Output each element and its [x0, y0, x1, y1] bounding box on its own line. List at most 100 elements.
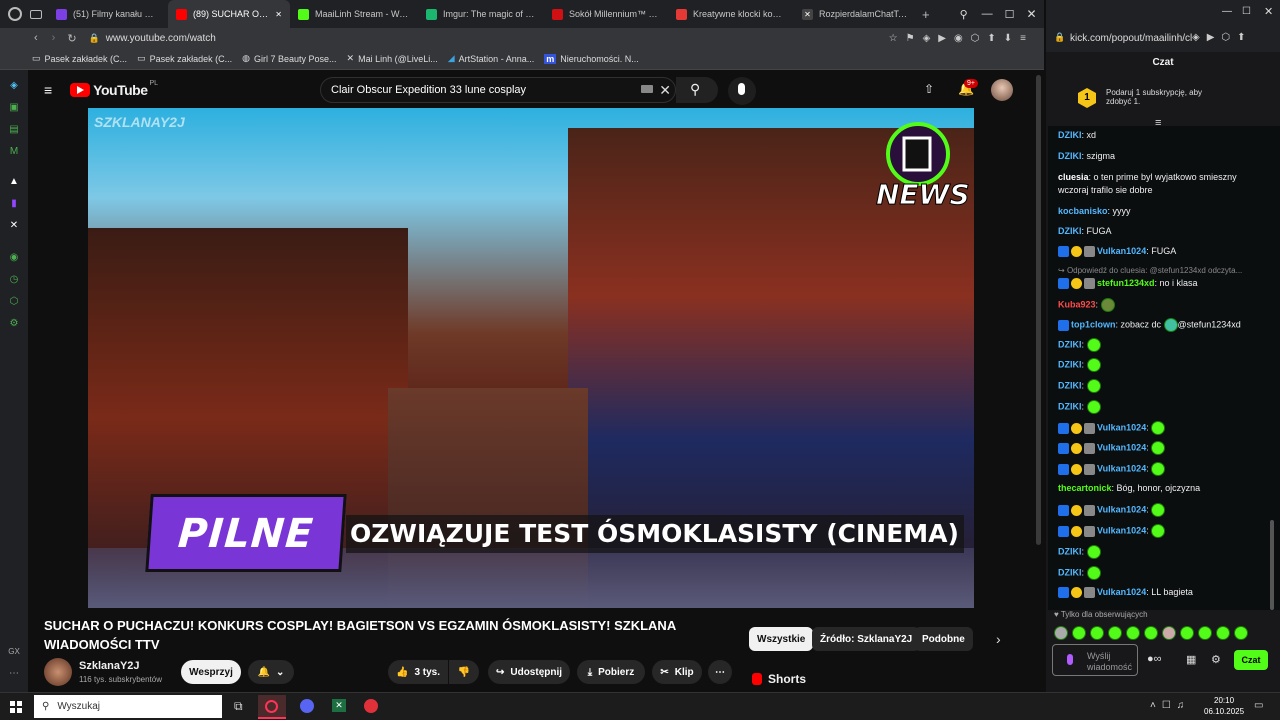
share-button[interactable]: ↪ Udostępnij: [488, 660, 570, 684]
bookmark-5[interactable]: ◢ ArtStation - Anna...: [448, 53, 534, 64]
browser-logo-icon[interactable]: [8, 7, 22, 21]
scrollbar[interactable]: [1036, 75, 1041, 545]
sidebar-app-icon[interactable]: ◈: [8, 80, 20, 92]
chip-related[interactable]: Podobne: [914, 627, 973, 651]
clock-date[interactable]: 06.10.2025: [1204, 707, 1244, 716]
tab-6[interactable]: Kreatywne klocki kompa: [668, 0, 794, 28]
history-icon[interactable]: ◷: [8, 274, 20, 286]
discord-taskbar-icon[interactable]: [300, 699, 314, 713]
bookmark-2[interactable]: ▭ Pasek zakładek (C...: [137, 53, 232, 64]
bookmark-4[interactable]: ✕ Mai Linh (@LiveLi...: [347, 53, 438, 64]
reload-icon[interactable]: ↻: [67, 32, 76, 45]
subscription-bell-button[interactable]: 🔔 ⌄: [248, 660, 294, 684]
sidebar-app-icon[interactable]: M: [8, 146, 20, 158]
search-tabs-icon[interactable]: ⚲: [960, 8, 968, 21]
taskbar-search[interactable]: ⚲ Wyszukaj: [34, 695, 222, 718]
emote-icon[interactable]: [1144, 626, 1158, 640]
notification-center-icon[interactable]: ▭: [1254, 700, 1263, 711]
emote-icon[interactable]: [1072, 626, 1086, 640]
sidebar-app-icon[interactable]: ⬡: [8, 296, 20, 308]
search-button[interactable]: ⚲: [676, 77, 718, 103]
x-icon[interactable]: ✕: [8, 220, 20, 232]
clear-icon[interactable]: ✕: [659, 82, 671, 99]
emote-icon[interactable]: [1108, 626, 1122, 640]
new-tab-icon[interactable]: +: [922, 7, 930, 22]
dislike-button[interactable]: 👎: [449, 660, 479, 684]
maximize-icon[interactable]: ☐: [1005, 8, 1015, 21]
sub-promo[interactable]: 1 Podaruj 1 subskrypcję, aby zdobyć 1.: [1048, 78, 1272, 116]
emote-icon[interactable]: [1090, 626, 1104, 640]
chat-scrollbar[interactable]: [1270, 520, 1274, 610]
keyboard-icon[interactable]: [641, 85, 653, 93]
channel-name[interactable]: SzklanaY2J: [79, 660, 140, 672]
voice-search-button[interactable]: [728, 77, 756, 105]
sidebar-app-icon[interactable]: ▣: [8, 102, 20, 114]
youtube-logo-text[interactable]: YouTube: [93, 82, 148, 98]
gx-icon[interactable]: GX: [8, 646, 20, 658]
emote-icon[interactable]: [1054, 626, 1068, 640]
minimize-icon[interactable]: —: [1222, 6, 1232, 17]
tab-5[interactable]: Sokół Millennium™ 75192: [544, 0, 668, 28]
sidebar-app-icon[interactable]: ▲: [8, 176, 20, 188]
emote-icon[interactable]: [1162, 626, 1176, 640]
emote-picker-icon[interactable]: ●∞: [1147, 653, 1162, 665]
upload-icon[interactable]: ⇧: [924, 82, 934, 96]
opera-gx-taskbar-icon[interactable]: [258, 695, 286, 719]
maximize-icon[interactable]: ☐: [1242, 6, 1251, 17]
url-field[interactable]: kick.com/popout/maailinh/cl: [1070, 33, 1192, 44]
emote-icon[interactable]: [1234, 626, 1248, 640]
send-chat-button[interactable]: Czat: [1234, 650, 1268, 670]
start-icon[interactable]: [10, 701, 22, 713]
clip-button[interactable]: ✂ Klip: [652, 660, 702, 684]
chip-all[interactable]: Wszystkie: [749, 627, 814, 651]
store-icon[interactable]: ▦: [1186, 653, 1196, 666]
emote-icon[interactable]: [1216, 626, 1230, 640]
forward-icon[interactable]: ›: [52, 32, 56, 44]
channel-avatar[interactable]: [44, 658, 72, 686]
chat-input[interactable]: Wyślij wiadomość: [1052, 644, 1138, 676]
tab-1[interactable]: (51) Filmy kanału MaaiLi: [48, 0, 168, 28]
mention[interactable]: @stefun1234xd: [1178, 319, 1241, 329]
bookmark-1[interactable]: ▭ Pasek zakładek (C...: [32, 53, 127, 64]
excel-taskbar-icon[interactable]: ✕: [332, 699, 346, 712]
emote-icon[interactable]: [1126, 626, 1140, 640]
menu-icon[interactable]: ≡: [44, 82, 52, 98]
tab-list-icon[interactable]: [30, 9, 42, 19]
support-button[interactable]: Wesprzyj: [181, 660, 241, 684]
close-window-icon[interactable]: ✕: [1027, 7, 1037, 21]
search-input[interactable]: Clair Obscur Expedition 33 lune cosplay …: [320, 77, 676, 103]
sidebar-app-icon[interactable]: ◉: [8, 252, 20, 264]
tab-4[interactable]: Imgur: The magic of the: [418, 0, 544, 28]
task-view-icon[interactable]: ⧉: [234, 699, 243, 714]
sidebar-app-icon[interactable]: ▤: [8, 124, 20, 136]
clock-time[interactable]: 20:10: [1214, 696, 1234, 705]
settings-icon[interactable]: ⚙: [1211, 653, 1221, 666]
extensions-icons[interactable]: ☆⚑◈▶◉⬡⬆⬇≡: [889, 33, 1034, 44]
tray-icons[interactable]: ˄☐♫: [1150, 700, 1190, 711]
chips-next-icon[interactable]: ›: [996, 631, 1001, 647]
youtube-logo-icon[interactable]: [70, 83, 91, 97]
like-button[interactable]: 👍 3 tys.: [388, 660, 448, 684]
bookmark-6[interactable]: m Nieruchomości. N...: [544, 53, 639, 64]
audio-icon[interactable]: ✕: [275, 10, 282, 19]
more-icon[interactable]: ⋯: [8, 668, 20, 680]
emote-icon[interactable]: [1180, 626, 1194, 640]
minimize-icon[interactable]: —: [982, 8, 993, 20]
tab-2[interactable]: (89) SUCHAR O PUCH✕: [168, 0, 290, 28]
reply-context[interactable]: ↪ Odpowiedź do cluesia: @stefun1234xd od…: [1058, 266, 1242, 275]
twitch-icon[interactable]: ▮: [8, 198, 20, 210]
chip-source[interactable]: Źródło: SzklanaY2J: [812, 627, 921, 651]
more-actions-button[interactable]: ⋯: [708, 660, 732, 684]
close-window-icon[interactable]: ✕: [1264, 5, 1273, 18]
emote-icon[interactable]: [1198, 626, 1212, 640]
tab-7[interactable]: ✕RozpierdalamChatTaEmo: [794, 0, 916, 28]
avatar[interactable]: [991, 79, 1013, 101]
extensions-icons[interactable]: ◈▶⬡⬆: [1192, 32, 1253, 43]
app-taskbar-icon[interactable]: [364, 699, 378, 713]
microphone-icon[interactable]: [1067, 654, 1073, 665]
url-field[interactable]: www.youtube.com/watch: [106, 33, 216, 44]
download-button[interactable]: ⤓ Pobierz: [577, 660, 645, 684]
tab-3[interactable]: MaaiLinh Stream - Watch: [290, 0, 418, 28]
back-icon[interactable]: ‹: [34, 32, 38, 44]
bookmark-3[interactable]: ◍ Girl 7 Beauty Pose...: [242, 53, 336, 64]
